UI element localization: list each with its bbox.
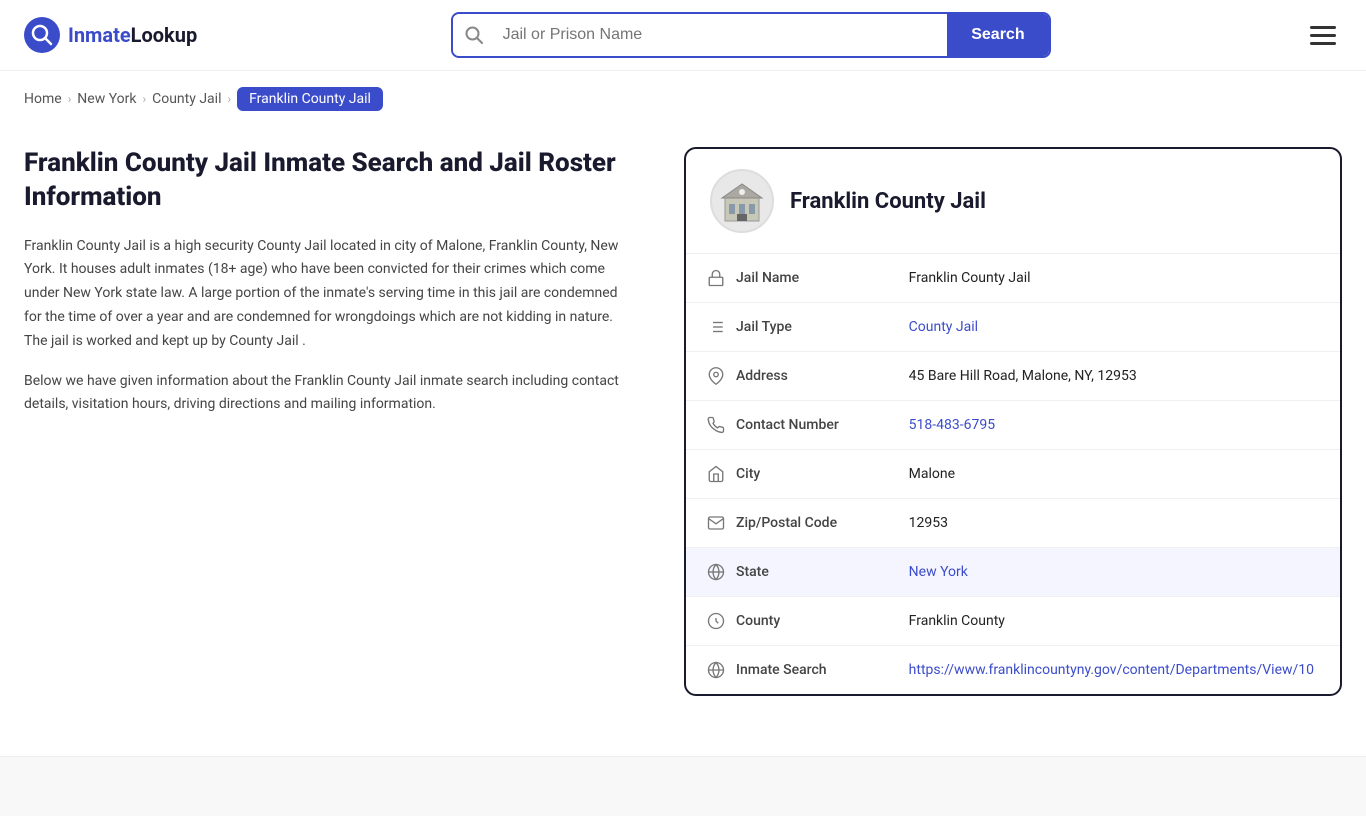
left-panel: Franklin County Jail Inmate Search and J… bbox=[24, 147, 664, 696]
table-row: CityMalone bbox=[686, 450, 1340, 499]
search-button[interactable]: Search bbox=[947, 14, 1048, 56]
table-row: Contact Number518-483-6795 bbox=[686, 401, 1340, 450]
table-row: StateNew York bbox=[686, 548, 1340, 597]
row-icon bbox=[706, 513, 726, 533]
table-row: Zip/Postal Code12953 bbox=[686, 499, 1340, 548]
search-input[interactable] bbox=[495, 16, 948, 54]
info-link[interactable]: County Jail bbox=[909, 319, 978, 335]
footer bbox=[0, 756, 1366, 816]
breadcrumb: Home › New York › County Jail › Franklin… bbox=[0, 71, 1366, 127]
row-icon bbox=[706, 317, 726, 337]
description-2: Below we have given information about th… bbox=[24, 370, 624, 418]
table-row: Address45 Bare Hill Road, Malone, NY, 12… bbox=[686, 352, 1340, 401]
info-link[interactable]: New York bbox=[909, 564, 968, 580]
table-row: Jail TypeCounty Jail bbox=[686, 303, 1340, 352]
breadcrumb-current: Franklin County Jail bbox=[237, 87, 383, 111]
right-panel: Franklin County Jail Jail NameFranklin C… bbox=[684, 147, 1342, 696]
row-icon bbox=[706, 660, 726, 680]
chevron-icon-2: › bbox=[143, 92, 147, 106]
row-icon bbox=[706, 415, 726, 435]
info-card: Franklin County Jail Jail NameFranklin C… bbox=[684, 147, 1342, 696]
row-icon bbox=[706, 268, 726, 288]
card-title: Franklin County Jail bbox=[790, 189, 986, 214]
table-row: Inmate Searchhttps://www.franklincountyn… bbox=[686, 646, 1340, 695]
header: InmateLookup Search bbox=[0, 0, 1366, 71]
main-content: Franklin County Jail Inmate Search and J… bbox=[0, 127, 1366, 716]
logo-text: InmateLookup bbox=[68, 23, 197, 47]
info-table: Jail NameFranklin County Jail Jail TypeC… bbox=[686, 254, 1340, 694]
info-link[interactable]: 518-483-6795 bbox=[909, 417, 995, 433]
chevron-icon-3: › bbox=[227, 92, 231, 106]
info-link[interactable]: https://www.franklincountyny.gov/content… bbox=[909, 662, 1314, 678]
row-icon bbox=[706, 464, 726, 484]
card-header: Franklin County Jail bbox=[686, 149, 1340, 254]
search-wrapper: Search bbox=[451, 12, 1051, 58]
search-icon bbox=[453, 16, 495, 54]
table-row: CountyFranklin County bbox=[686, 597, 1340, 646]
hamburger-menu[interactable] bbox=[1304, 20, 1342, 51]
row-icon bbox=[706, 611, 726, 631]
row-icon bbox=[706, 366, 726, 386]
breadcrumb-county-jail[interactable]: County Jail bbox=[152, 91, 221, 107]
logo-icon bbox=[24, 17, 60, 53]
description-1: Franklin County Jail is a high security … bbox=[24, 235, 624, 354]
page-title: Franklin County Jail Inmate Search and J… bbox=[24, 147, 624, 215]
table-row: Jail NameFranklin County Jail bbox=[686, 254, 1340, 303]
breadcrumb-new-york[interactable]: New York bbox=[77, 91, 136, 107]
jail-avatar bbox=[710, 169, 774, 233]
search-area: Search bbox=[451, 12, 1051, 58]
row-icon bbox=[706, 562, 726, 582]
logo[interactable]: InmateLookup bbox=[24, 17, 197, 53]
breadcrumb-home[interactable]: Home bbox=[24, 91, 62, 107]
chevron-icon: › bbox=[68, 92, 72, 106]
